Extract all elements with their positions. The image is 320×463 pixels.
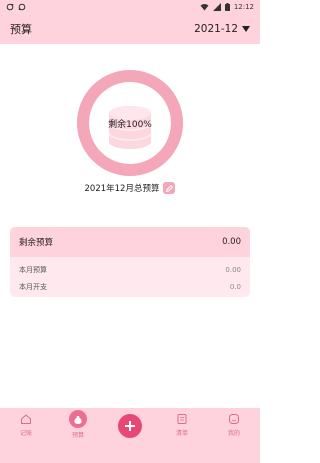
status-right: 12:12 bbox=[200, 3, 254, 11]
monthly-expense-row: 本月开支 0.0 bbox=[10, 278, 250, 295]
budget-summary-card: 剩余预算 0.00 本月预算 0.00 本月开支 0.0 bbox=[10, 227, 250, 297]
sync-icon bbox=[6, 3, 14, 11]
nav-item-list[interactable]: 清单 bbox=[160, 412, 204, 437]
budget-title: 2021年12月总预算 bbox=[84, 184, 160, 194]
monthly-expense-label: 本月开支 bbox=[19, 282, 47, 291]
wifi-icon bbox=[200, 4, 209, 11]
status-bar: 12:12 bbox=[0, 0, 260, 14]
page-title: 预算 bbox=[10, 23, 32, 36]
list-icon bbox=[177, 414, 187, 424]
nav-label-budget: 预算 bbox=[71, 432, 84, 439]
remaining-budget-label: 剩余预算 bbox=[19, 238, 54, 248]
money-bag-icon bbox=[74, 416, 82, 424]
status-left bbox=[6, 3, 26, 11]
app-bar: 预算 2021-12 bbox=[0, 14, 260, 44]
ring-label: 剩余100% bbox=[108, 120, 152, 130]
profile-icon-box bbox=[227, 412, 241, 426]
bottom-nav: 记账 预算 清单 我的 bbox=[0, 408, 260, 463]
nav-label-bookkeeping: 记账 bbox=[19, 430, 32, 437]
list-icon-box bbox=[175, 412, 189, 426]
monthly-budget-label: 本月预算 bbox=[19, 265, 47, 274]
budget-title-row: 2021年12月总预算 bbox=[0, 182, 260, 194]
month-picker[interactable]: 2021-12 bbox=[194, 23, 250, 35]
signal-icon bbox=[212, 3, 221, 11]
month-label: 2021-12 bbox=[194, 23, 238, 35]
battery-icon bbox=[224, 3, 230, 11]
nav-item-add[interactable] bbox=[108, 412, 152, 438]
edit-budget-button[interactable] bbox=[163, 182, 176, 194]
home-icon bbox=[21, 414, 31, 424]
money-bag-icon-box bbox=[69, 410, 87, 428]
nav-label-list: 清单 bbox=[175, 430, 188, 437]
monthly-budget-value: 0.00 bbox=[225, 265, 241, 274]
sync-icon bbox=[18, 3, 26, 11]
status-time: 12:12 bbox=[233, 3, 254, 11]
monthly-budget-row: 本月预算 0.00 bbox=[10, 261, 250, 278]
remaining-budget-value: 0.00 bbox=[222, 237, 241, 247]
dropdown-arrow-icon bbox=[242, 26, 250, 32]
nav-label-mine: 我的 bbox=[227, 430, 240, 437]
nav-item-budget[interactable]: 预算 bbox=[56, 410, 100, 439]
budget-ring: 剩余100% bbox=[76, 69, 184, 177]
add-button[interactable] bbox=[118, 414, 142, 438]
nav-item-bookkeeping[interactable]: 记账 bbox=[4, 412, 48, 437]
monthly-expense-value: 0.0 bbox=[229, 282, 241, 291]
plus-icon bbox=[125, 421, 135, 431]
remaining-budget-row: 剩余预算 0.00 bbox=[10, 227, 250, 257]
profile-icon bbox=[229, 414, 239, 424]
home-icon-box bbox=[19, 412, 33, 426]
nav-item-mine[interactable]: 我的 bbox=[212, 412, 256, 437]
edit-icon bbox=[165, 184, 174, 192]
